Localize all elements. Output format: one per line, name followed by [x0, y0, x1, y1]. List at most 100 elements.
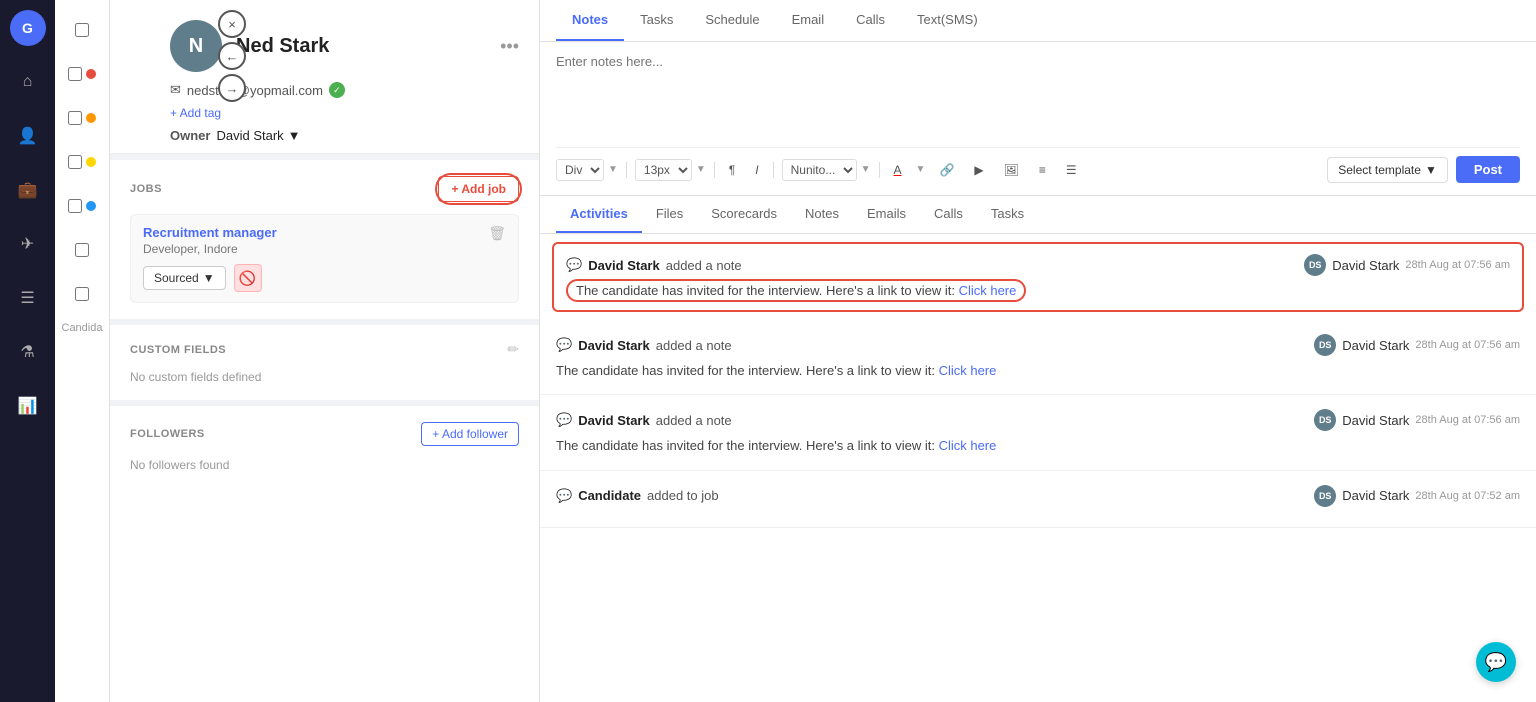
chevron-down-icon: ▼: [288, 128, 301, 143]
panel-label: Candida: [62, 322, 103, 334]
size-select[interactable]: 13px: [635, 159, 692, 181]
panel-list: Candida: [55, 0, 110, 702]
activity-header: 💬 David Stark added a noteDS David Stark…: [556, 409, 1520, 431]
sidebar: G ⌂ 👤 💼 ✈ ☰ ⚗ 📊: [0, 0, 55, 702]
click-here-link[interactable]: Click here: [959, 283, 1017, 298]
send-icon[interactable]: ✈: [10, 226, 46, 262]
link-icon[interactable]: 🔗: [933, 160, 960, 180]
user-avatar: DS: [1314, 409, 1336, 431]
candidate-name: Ned Stark: [236, 35, 329, 58]
chevron-down-icon: ▼: [203, 271, 215, 285]
text-color-icon[interactable]: A: [888, 160, 908, 180]
panel-item-1[interactable]: [62, 10, 102, 50]
add-tag-button[interactable]: + Add tag: [170, 106, 221, 120]
panel-item-5[interactable]: [62, 186, 102, 226]
activity-tab-files[interactable]: Files: [642, 196, 697, 233]
user-avatar: DS: [1304, 254, 1326, 276]
panel-item-2[interactable]: [62, 54, 102, 94]
list-icon[interactable]: ☰: [10, 280, 46, 316]
font-select[interactable]: Nunito...: [782, 159, 857, 181]
image-icon[interactable]: 🖼: [998, 160, 1025, 180]
panel-nav: × ← →: [218, 10, 246, 102]
activity-header: 💬 Candidate added to jobDS David Stark 2…: [556, 485, 1520, 507]
job-subtitle: Developer, Indore: [143, 242, 277, 256]
add-job-button[interactable]: + Add job: [438, 176, 519, 202]
forward-button[interactable]: →: [218, 74, 246, 102]
tab-schedule[interactable]: Schedule: [689, 0, 775, 41]
chevron-down-icon: ▼: [696, 164, 706, 175]
tab-tasks[interactable]: Tasks: [624, 0, 689, 41]
panel-item-7[interactable]: [62, 274, 102, 314]
tab-calls[interactable]: Calls: [840, 0, 901, 41]
activity-time: 28th Aug at 07:56 am: [1405, 259, 1510, 271]
activity-author: David Stark: [578, 413, 650, 428]
followers-section: FOLLOWERS + Add follower No followers fo…: [110, 400, 539, 488]
notes-input[interactable]: [556, 54, 1520, 144]
click-here-link[interactable]: Click here: [939, 363, 997, 378]
highlighted-content: The candidate has invited for the interv…: [566, 279, 1026, 302]
briefcase-icon[interactable]: 💼: [10, 172, 46, 208]
job-remove-button[interactable]: 🚫: [234, 264, 262, 292]
activity-tab-emails[interactable]: Emails: [853, 196, 920, 233]
flask-icon[interactable]: ⚗: [10, 334, 46, 370]
activity-content: The candidate has invited for the interv…: [566, 282, 1510, 300]
top-tabs: NotesTasksScheduleEmailCallsText(SMS): [540, 0, 1536, 42]
click-here-link[interactable]: Click here: [939, 438, 997, 453]
owner-row: Owner David Stark ▼: [170, 128, 519, 143]
edit-icon[interactable]: ✏: [507, 341, 519, 358]
activity-tab-tasks[interactable]: Tasks: [977, 196, 1038, 233]
activity-action: added a note: [666, 258, 742, 273]
activity-tab-activities[interactable]: Activities: [556, 196, 642, 233]
activity-header: 💬 David Stark added a noteDS David Stark…: [566, 254, 1510, 276]
status-dropdown[interactable]: Sourced ▼: [143, 266, 226, 290]
activity-tab-scorecards[interactable]: Scorecards: [697, 196, 791, 233]
followers-title: FOLLOWERS: [130, 428, 205, 440]
template-label: Select template: [1338, 163, 1421, 177]
more-options-icon[interactable]: •••: [500, 36, 519, 57]
activity-item: 💬 David Stark added a noteDS David Stark…: [540, 395, 1536, 470]
panel-item-6[interactable]: [62, 230, 102, 270]
add-follower-button[interactable]: + Add follower: [421, 422, 519, 446]
jobs-section: JOBS + Add job Recruitment manager Devel…: [110, 154, 539, 319]
tab-email[interactable]: Email: [776, 0, 841, 41]
tab-textsms[interactable]: Text(SMS): [901, 0, 994, 41]
chevron-down-icon: ▼: [1425, 163, 1437, 177]
video-icon[interactable]: ▶: [968, 160, 989, 180]
format-select[interactable]: Div: [556, 159, 604, 181]
owner-dropdown[interactable]: David Stark ▼: [216, 128, 300, 143]
activity-content: The candidate has invited for the interv…: [556, 437, 1520, 455]
ordered-list-icon[interactable]: ≡: [1033, 160, 1052, 180]
activity-tab-calls[interactable]: Calls: [920, 196, 977, 233]
tab-notes[interactable]: Notes: [556, 0, 624, 41]
custom-fields-empty: No custom fields defined: [130, 370, 519, 384]
unordered-list-icon[interactable]: ☰: [1060, 160, 1083, 180]
chart-icon[interactable]: 📊: [10, 388, 46, 424]
activity-author: Candidate: [578, 488, 641, 503]
activity-time: 28th Aug at 07:52 am: [1415, 490, 1520, 502]
select-template-button[interactable]: Select template ▼: [1327, 157, 1448, 183]
home-icon[interactable]: ⌂: [10, 64, 46, 100]
activity-user: David Stark: [1342, 488, 1409, 503]
paragraph-icon[interactable]: ¶: [723, 160, 741, 180]
panel-item-3[interactable]: [62, 98, 102, 138]
activity-tab-notes[interactable]: Notes: [791, 196, 853, 233]
back-button[interactable]: ←: [218, 42, 246, 70]
activity-action: added a note: [656, 338, 732, 353]
person-icon[interactable]: 👤: [10, 118, 46, 154]
job-title[interactable]: Recruitment manager: [143, 225, 277, 240]
chat-bubble[interactable]: 💬: [1476, 642, 1516, 682]
activity-action: added to job: [647, 488, 719, 503]
logo-icon[interactable]: G: [10, 10, 46, 46]
activity-author: David Stark: [588, 258, 660, 273]
job-actions: Sourced ▼ 🚫: [143, 264, 506, 292]
notes-editor: Div ▼ 13px ▼ ¶ I Nunito... ▼ A ▼ 🔗 ▶ 🖼 ≡: [540, 42, 1536, 196]
close-button[interactable]: ×: [218, 10, 246, 38]
post-button[interactable]: Post: [1456, 156, 1520, 183]
italic-icon[interactable]: I: [749, 160, 764, 180]
activity-feed: 💬 David Stark added a note DS David Stark…: [540, 234, 1536, 702]
activity-content: The candidate has invited for the interv…: [556, 362, 1520, 380]
chevron-down-icon: ▼: [861, 164, 871, 175]
size-group: 13px ▼: [635, 159, 706, 181]
panel-item-4[interactable]: [62, 142, 102, 182]
job-delete-icon[interactable]: 🗑: [488, 225, 506, 242]
